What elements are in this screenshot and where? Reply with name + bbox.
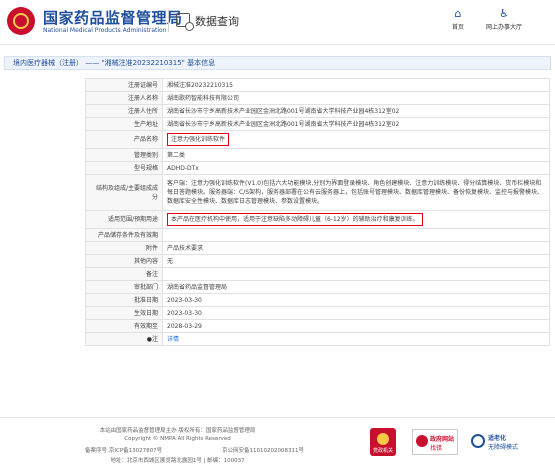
row-value: 客户端：注意力强化训练软件(V1.0)包括六大功能模块,分别为界面登录模块、角色… <box>162 174 550 211</box>
row-label: 注 <box>151 335 158 343</box>
row-label: 备注 <box>85 267 163 281</box>
home-icon: ⌂ <box>454 7 462 20</box>
table-row: 批准日期 2023-03-30 <box>85 293 550 307</box>
row-label: 批准日期 <box>85 293 163 307</box>
accessibility-icon <box>471 434 485 448</box>
details-link[interactable]: 详情 <box>167 336 179 343</box>
row-value: 湖南歌药智能科技有限公司 <box>162 91 550 105</box>
table-row: 产品储存条件及有效期 <box>85 228 550 242</box>
gov-badge-sub: 找错 <box>430 445 443 452</box>
party-badge-label: 党政机关 <box>372 448 393 454</box>
party-government-badge[interactable]: 党政机关 <box>370 428 396 456</box>
person-icon: ♿ <box>499 7 509 20</box>
row-label: 注册人名称 <box>85 91 163 105</box>
row-label: 其他内容 <box>85 254 163 268</box>
table-row: 生产地址 湖南省长沙市宁乡高新技术产业园区金洲北路001号湖南省大学科技产业园4栋… <box>85 117 550 131</box>
row-label: 生效日期 <box>85 306 163 320</box>
row-value: 湖南省药品监督管理局 <box>162 280 550 294</box>
footer-copyright-cn: 本站由国家药品监督管理局主办 版权所有：国家药品监督管理局 <box>99 428 256 434</box>
row-value: 2023-03-30 <box>162 306 550 320</box>
nmpa-emblem-icon[interactable] <box>7 7 35 35</box>
accessibility-badge[interactable]: 适老化 无障碍模式 <box>470 429 518 455</box>
footer-copyright-en: Copyright © NMPA All Rights Reserved <box>124 436 231 442</box>
row-label: 产品名称 <box>85 130 163 149</box>
nav-online-hall[interactable]: ♿ 网上办事大厅 <box>486 7 523 32</box>
table-row: 备注 <box>85 267 550 281</box>
table-row: 生效日期 2023-03-30 <box>85 306 550 320</box>
table-row: 型号规格 ADHD-DTx <box>85 161 550 175</box>
row-label: 附件 <box>85 241 163 255</box>
section-title: 数据查询 <box>195 15 239 28</box>
row-value: 产品技术要求 <box>162 241 550 255</box>
site-header: 国家药品监督管理局 National Medical Products Admi… <box>0 0 555 45</box>
row-label: 审批部门 <box>85 280 163 294</box>
row-value: 湘械注准20232210315 <box>162 78 550 92</box>
row-label: 型号规格 <box>85 161 163 175</box>
nav-online-hall-label: 网上办事大厅 <box>486 24 523 31</box>
table-row: 审批部门 湖南省药品监督管理局 <box>85 280 550 294</box>
nav-home[interactable]: ⌂ 首页 <box>452 7 465 32</box>
footer-police[interactable]: 京公网安备11010202008311号 <box>222 446 352 454</box>
national-emblem-icon <box>416 435 428 447</box>
row-label: 注册人住所 <box>85 104 163 118</box>
row-label: 有效期至 <box>85 319 163 333</box>
row-value <box>162 267 550 281</box>
table-row: ●注 详情 <box>85 332 550 346</box>
table-row: 注册人名称 湖南歌药智能科技有限公司 <box>85 91 550 105</box>
row-label: 结构及组成/主要组成成分 <box>85 174 163 211</box>
gov-website-error-badge[interactable]: 政府网站 找错 <box>412 429 458 455</box>
row-label: 适用范围/预期用途 <box>85 210 163 229</box>
table-row: 管理类别 第二类 <box>85 148 550 162</box>
nav-home-label: 首页 <box>452 24 465 31</box>
row-value: 湖南省长沙市宁乡高新技术产业园区金洲北路001号湖南省大学科技产业园4栋312室… <box>162 117 550 131</box>
row-value: ADHD-DTx <box>162 161 550 175</box>
row-value: 2023-03-30 <box>162 293 550 307</box>
row-value: 湖南省长沙市宁乡高新技术产业园区金洲北路001号湖南省大学科技产业园4栋312室… <box>162 104 550 118</box>
table-row: 有效期至 2028-03-29 <box>85 319 550 333</box>
accessibility-sub: 无障碍模式 <box>488 444 519 451</box>
site-name-en: National Medical Products Administration <box>43 27 167 34</box>
data-query-icon <box>176 13 194 31</box>
row-value: 第二类 <box>162 148 550 162</box>
row-label: 产品储存条件及有效期 <box>85 228 163 242</box>
breadcrumb: 境内医疗器械（注册） —— "湘械注准20232210315" 基本信息 <box>4 56 551 70</box>
detail-table: 注册证编号 湘械注准20232210315 注册人名称 湖南歌药智能科技有限公司 注… <box>85 78 550 346</box>
product-name-highlight: 注意力强化训练软件 <box>167 133 230 146</box>
table-row: 注册证编号 湘械注准20232210315 <box>85 78 550 92</box>
table-row: 其他内容无 <box>85 254 550 268</box>
row-label: 生产地址 <box>85 117 163 131</box>
row-value: 无 <box>162 254 550 268</box>
header-divider <box>168 10 169 32</box>
table-row: 附件 产品技术要求 <box>85 241 550 255</box>
intended-use-highlight: 本产品在医疗机构中使用，适用于注意缺陷多动障碍儿童（6-12岁）的辅助治疗和康复… <box>167 213 423 226</box>
table-row: 结构及组成/主要组成成分 客户端：注意力强化训练软件(V1.0)包括六大功能模块,… <box>85 174 550 211</box>
site-name[interactable]: 国家药品监督管理局 <box>43 7 183 28</box>
footer-address: 地址：北京市西城区展览路北露园1号 | 邮编：100037 <box>110 458 245 464</box>
table-row: 适用范围/预期用途 本产品在医疗机构中使用，适用于注意缺陷多动障碍儿童（6-12岁… <box>85 210 550 229</box>
gov-badge-title: 政府网站 <box>430 436 455 443</box>
table-row: 产品名称 注意力强化训练软件 <box>85 130 550 149</box>
row-label: 注册证编号 <box>85 78 163 92</box>
row-value <box>162 228 550 242</box>
accessibility-title: 适老化 <box>488 435 507 442</box>
table-row: 注册人住所 湖南省长沙市宁乡高新技术产业园区金洲北路001号湖南省大学科技产业园4… <box>85 104 550 118</box>
row-label: 管理类别 <box>85 148 163 162</box>
row-value: 2028-03-29 <box>162 319 550 333</box>
